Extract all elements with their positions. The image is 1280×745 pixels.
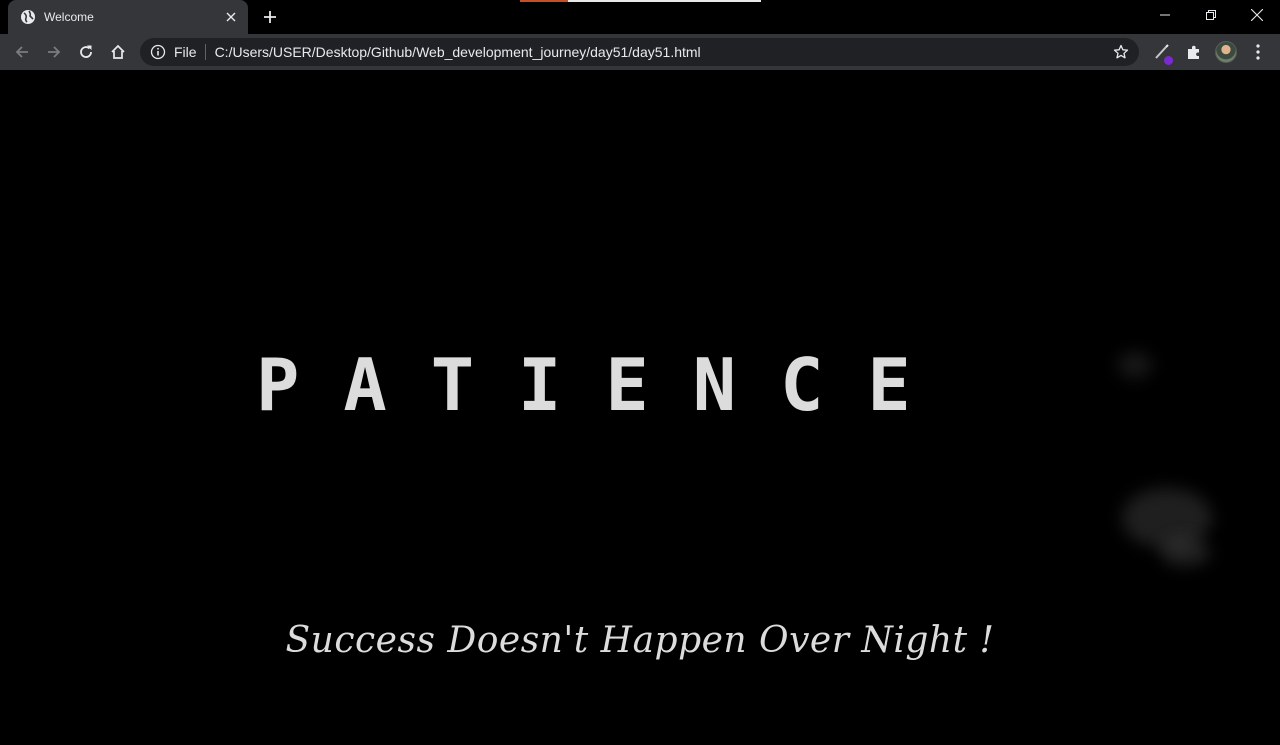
minimize-button[interactable]	[1142, 0, 1188, 30]
restore-button[interactable]	[1188, 0, 1234, 30]
arrow-left-icon	[15, 46, 28, 58]
tagline: Success Doesn't Happen Over Night !	[285, 620, 995, 661]
url-text[interactable]: C:/Users/USER/Desktop/Github/Web_develop…	[215, 44, 701, 60]
page-content: PATIENCE Success Doesn't Happen Over Nig…	[0, 70, 1280, 745]
loading-bar	[520, 0, 761, 2]
close-icon	[1251, 9, 1263, 21]
reload-button[interactable]	[72, 38, 100, 66]
minimize-icon	[1160, 14, 1170, 16]
smoke-cloud	[1122, 488, 1212, 548]
puzzle-icon	[1188, 45, 1199, 59]
restore-icon	[1206, 10, 1216, 20]
home-icon	[111, 44, 125, 59]
address-bar[interactable]: File C:/Users/USER/Desktop/Github/Web_de…	[140, 38, 1139, 66]
site-info-chip[interactable]: File	[174, 44, 206, 60]
globe-icon	[20, 9, 36, 25]
tab-close-icon[interactable]	[222, 8, 240, 26]
profile-avatar[interactable]	[1215, 41, 1237, 63]
back-button[interactable]	[8, 38, 36, 66]
forward-button[interactable]	[40, 38, 68, 66]
window-controls	[1142, 0, 1280, 30]
info-icon[interactable]	[150, 44, 166, 60]
new-tab-button[interactable]	[258, 6, 282, 28]
close-window-button[interactable]	[1234, 0, 1280, 30]
star-icon[interactable]	[1113, 44, 1129, 60]
reload-icon	[80, 45, 92, 58]
headline: PATIENCE	[256, 343, 955, 427]
arrow-right-icon	[48, 46, 61, 58]
home-button[interactable]	[104, 38, 132, 66]
smoke-cloud-small	[1160, 538, 1210, 566]
tab-welcome[interactable]: Welcome	[8, 0, 248, 34]
tab-title: Welcome	[44, 10, 94, 24]
toolbar: File C:/Users/USER/Desktop/Github/Web_de…	[0, 34, 1280, 70]
plus-icon	[264, 11, 276, 23]
kebab-menu-icon	[1256, 44, 1260, 60]
menu-button[interactable]	[1246, 40, 1270, 64]
browser-window: Welcome File C:/Users/USER/Desktop/Githu…	[0, 0, 1280, 745]
extensions-button[interactable]	[1182, 40, 1206, 64]
extension-badge	[1164, 56, 1173, 65]
tab-strip: Welcome	[0, 0, 1280, 34]
smoke-wisp	[1118, 352, 1152, 378]
